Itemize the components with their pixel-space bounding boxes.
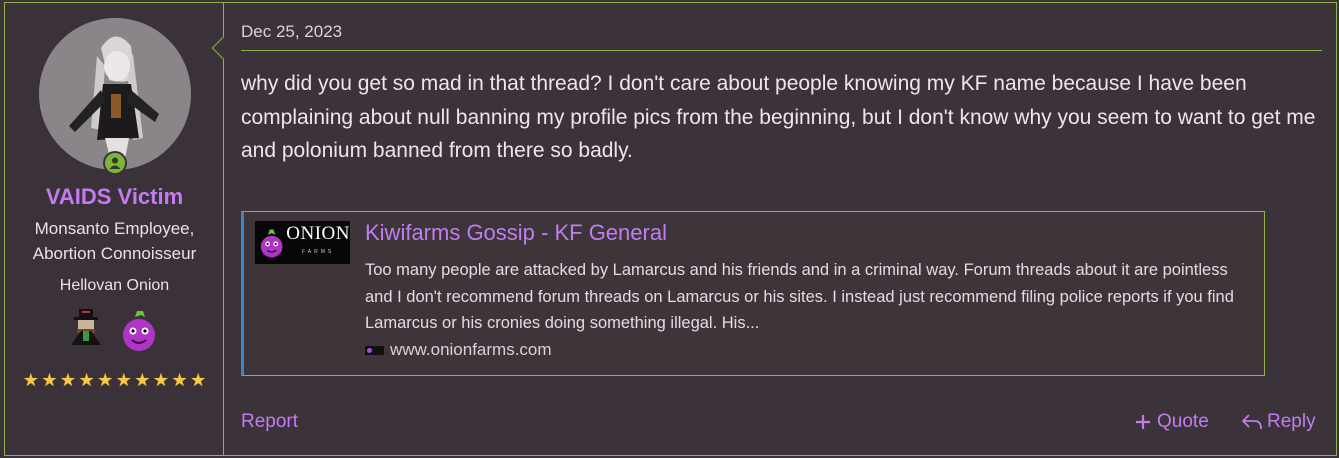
quote-label: Quote	[1157, 411, 1209, 432]
user-online-icon	[103, 151, 127, 175]
plus-icon	[1136, 415, 1150, 429]
reply-button[interactable]: Reply	[1241, 411, 1316, 433]
avatar-image	[39, 18, 191, 170]
report-link[interactable]: Report	[241, 411, 298, 433]
reply-label: Reply	[1267, 411, 1316, 432]
post-date[interactable]: Dec 25, 2023	[241, 22, 342, 42]
logo-subtext: FARMS	[302, 248, 335, 255]
user-rank: Hellovan Onion	[59, 277, 170, 294]
user-rating-stars: ★ ★ ★ ★ ★ ★ ★ ★ ★ ★	[22, 369, 208, 391]
star-icon: ★	[190, 370, 207, 390]
star-icon: ★	[59, 370, 77, 390]
post-message: why did you get so mad in that thread? I…	[241, 72, 1316, 162]
embed-url[interactable]: www.onionfarms.com	[365, 340, 552, 360]
star-icon: ★	[22, 370, 39, 390]
username[interactable]: VAIDS Victim	[5, 184, 224, 210]
embed-url-text: www.onionfarms.com	[390, 340, 552, 359]
post-header-divider	[241, 50, 1322, 51]
star-icon: ★	[97, 370, 114, 390]
user-badges	[69, 309, 163, 353]
gentleman-badge-icon[interactable]	[71, 309, 101, 345]
user-title-line1: Monsanto Employee,	[34, 219, 195, 238]
star-icon: ★	[152, 370, 170, 390]
star-icon: ★	[78, 370, 95, 390]
logo-text: ONION	[286, 222, 350, 244]
star-icon: ★	[41, 370, 58, 390]
avatar[interactable]	[39, 18, 191, 170]
onion-farms-logo: ONION FARMS	[255, 221, 350, 264]
embed-title-link[interactable]: Kiwifarms Gossip - KF General	[365, 220, 667, 246]
star-icon: ★	[115, 370, 132, 390]
reply-arrow-icon	[1242, 414, 1262, 430]
site-favicon-icon	[365, 345, 384, 355]
post-container: VAIDS Victim Monsanto Employee, Abortion…	[4, 2, 1337, 456]
quote-button[interactable]: Quote	[1135, 411, 1209, 433]
user-title-line2: Abortion Connoisseur	[32, 244, 197, 263]
embed-description: Too many people are attacked by Lamarcus…	[365, 261, 1234, 333]
star-icon: ★	[134, 370, 151, 390]
user-info-column: VAIDS Victim Monsanto Employee, Abortion…	[5, 3, 224, 455]
star-icon: ★	[171, 370, 188, 390]
user-title: Monsanto Employee, Abortion Connoisseur	[5, 216, 224, 266]
onion-logo-wordmark: ONION FARMS	[286, 222, 350, 261]
onion-logo-icon	[260, 228, 283, 257]
purple-onion-badge-icon[interactable]	[123, 311, 155, 351]
link-embed[interactable]: ONION FARMS Kiwifarms Gossip - KF Genera…	[241, 211, 1265, 376]
